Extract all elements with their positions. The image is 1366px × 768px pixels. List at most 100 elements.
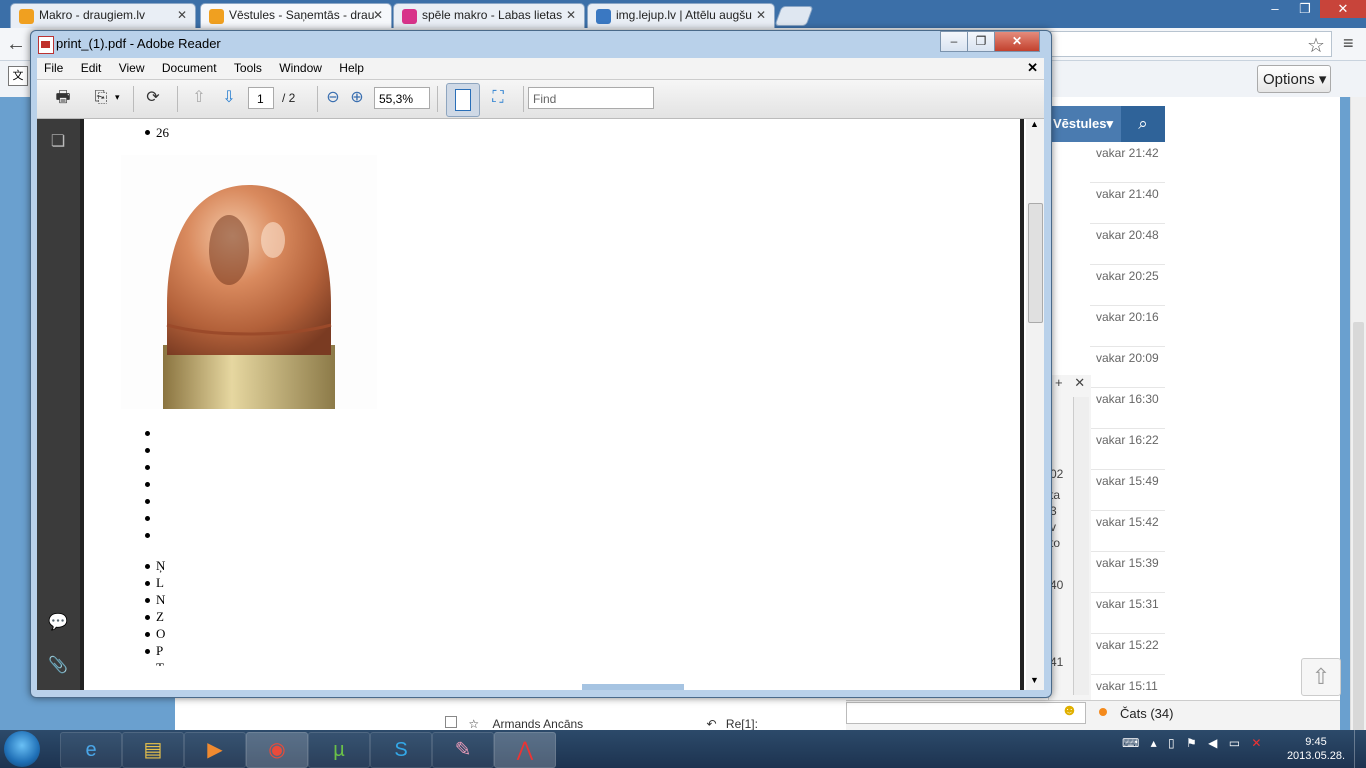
- flag-icon[interactable]: ⚑: [1186, 736, 1197, 750]
- zoom-input[interactable]: 55,3%: [374, 87, 430, 109]
- chat-fragment: 40: [1050, 578, 1064, 592]
- close-tab-icon[interactable]: ✕: [566, 8, 576, 22]
- close-tab-icon[interactable]: ✕: [373, 8, 383, 22]
- system-clock[interactable]: 9:45 2013.05.28.: [1284, 735, 1348, 763]
- back-arrow-icon[interactable]: ←: [6, 33, 26, 56]
- bullet-marker: [145, 465, 150, 470]
- toolbar-separator: [317, 86, 318, 112]
- close-document-icon[interactable]: ✕: [1027, 60, 1038, 76]
- skype-icon[interactable]: S: [370, 732, 432, 768]
- adobe-reader-icon[interactable]: ⋀: [494, 732, 556, 768]
- monitor-icon[interactable]: ▭: [1229, 736, 1240, 750]
- browser-vertical-scrollbar[interactable]: [1350, 97, 1366, 742]
- chat-scrollbar[interactable]: [1073, 397, 1089, 695]
- keyboard-icon[interactable]: ⌨: [1122, 736, 1139, 750]
- options-dropdown[interactable]: Options ▾: [1257, 65, 1331, 93]
- close-window-icon[interactable]: ✕: [994, 31, 1040, 52]
- menu-help[interactable]: Help: [332, 58, 371, 75]
- scroll-to-top-button[interactable]: ⇧: [1301, 658, 1341, 696]
- folder-icon[interactable]: ▤: [122, 732, 184, 768]
- message-time: vakar 15:42: [1090, 511, 1165, 552]
- page-number-input[interactable]: 1: [248, 87, 274, 109]
- attachment-icon[interactable]: 📎: [47, 655, 69, 677]
- utorrent-icon[interactable]: µ: [308, 732, 370, 768]
- previous-page-icon[interactable]: ⇧: [187, 86, 211, 110]
- scroll-up-icon[interactable]: ▲: [1030, 119, 1039, 129]
- browser-tab-vestules[interactable]: Vēstules - Saņemtās - drau ✕: [200, 3, 392, 28]
- print-icon[interactable]: 🖶: [51, 86, 75, 110]
- checkbox[interactable]: [445, 716, 457, 728]
- fit-width-button[interactable]: [446, 83, 480, 117]
- browser-tab-spele-makro[interactable]: spēle makro - Labas lietas ✕: [393, 3, 585, 28]
- scrollbar-thumb[interactable]: [1353, 322, 1364, 742]
- menu-tools[interactable]: Tools: [227, 58, 269, 75]
- bullet-marker: [145, 615, 150, 620]
- collaborate-icon[interactable]: ⟳: [141, 86, 165, 110]
- close-tab-icon[interactable]: ✕: [177, 8, 187, 22]
- scroll-down-icon[interactable]: ▼: [1030, 675, 1039, 685]
- paint-icon[interactable]: ✎: [432, 732, 494, 768]
- fit-width-icon: [455, 89, 471, 111]
- internet-explorer-icon[interactable]: e: [60, 732, 122, 768]
- scrollbar-thumb[interactable]: [1028, 203, 1043, 323]
- fit-page-icon[interactable]: ⛶: [486, 86, 510, 110]
- bullet-marker: [145, 130, 150, 135]
- close-icon[interactable]: ✕: [1074, 375, 1085, 390]
- maximize-icon[interactable]: ❐: [1290, 0, 1320, 18]
- media-player-icon[interactable]: ▶: [184, 732, 246, 768]
- menu-document[interactable]: Document: [155, 58, 224, 75]
- zoom-in-icon[interactable]: ⊕: [345, 86, 369, 110]
- zoom-out-icon[interactable]: ⊖: [321, 86, 345, 110]
- volume-icon[interactable]: ◀: [1208, 736, 1217, 750]
- windows-taskbar: e ▤ ▶ ◉ µ S ✎ ⋀ ⌨ ▴ ▯ ⚑ ◀ ▭ ✕ 9:45 2013.…: [0, 730, 1366, 768]
- browser-tab-img-lejup[interactable]: img.lejup.lv | Attēlu augšu ✕: [587, 3, 775, 28]
- pages-panel-icon[interactable]: ❏: [47, 131, 69, 153]
- message-row[interactable]: ☆ Armands Ancāns ↶ Re[1]:: [445, 716, 758, 731]
- chevron-down-icon[interactable]: ▾: [115, 92, 120, 118]
- browser-menu-icon[interactable]: ≡: [1343, 33, 1354, 54]
- messages-menu-label: Vēstules: [1053, 116, 1107, 131]
- next-page-icon[interactable]: ⇩: [217, 86, 241, 110]
- chat-label[interactable]: Čats (34): [1120, 706, 1173, 721]
- chrome-icon[interactable]: ◉: [246, 732, 308, 768]
- reader-vertical-scrollbar[interactable]: ▲ ▼: [1026, 119, 1044, 690]
- network-icon[interactable]: ▯: [1168, 736, 1175, 750]
- maximize-icon[interactable]: ❐: [967, 31, 995, 52]
- message-time: vakar 20:48: [1090, 224, 1165, 265]
- windows-start-button[interactable]: [4, 731, 40, 767]
- list-item: Z: [156, 609, 164, 624]
- smiley-icon[interactable]: ☻: [1061, 702, 1078, 720]
- show-hidden-icons-icon[interactable]: ▴: [1151, 736, 1157, 750]
- minimize-icon[interactable]: –: [1260, 0, 1290, 18]
- find-input[interactable]: Find: [528, 87, 654, 109]
- chat-input[interactable]: [846, 702, 1086, 724]
- menu-view[interactable]: View: [112, 58, 152, 75]
- new-tab-button[interactable]: [774, 6, 814, 26]
- minimize-icon[interactable]: –: [940, 31, 968, 52]
- add-icon[interactable]: +: [1055, 375, 1063, 390]
- show-desktop-button[interactable]: [1354, 730, 1366, 768]
- bullet-photo: [121, 155, 377, 409]
- menu-edit[interactable]: Edit: [74, 58, 109, 75]
- address-bar[interactable]: [1050, 31, 1332, 57]
- message-time: vakar 15:49: [1090, 470, 1165, 511]
- list-item: T: [156, 660, 164, 666]
- menu-window[interactable]: Window: [272, 58, 329, 75]
- horizontal-scroll-thumb[interactable]: [582, 684, 684, 690]
- message-subject: Re[1]:: [725, 717, 758, 731]
- bookmark-star-icon[interactable]: ☆: [1307, 33, 1325, 58]
- search-icon[interactable]: ⌕: [1121, 106, 1165, 142]
- translate-icon[interactable]: 文: [8, 66, 28, 86]
- message-time: vakar 15:22: [1090, 634, 1165, 675]
- bullet-marker: [145, 649, 150, 654]
- comments-icon[interactable]: 💬: [47, 612, 69, 634]
- list-item: N: [156, 592, 166, 607]
- battery-icon[interactable]: ✕: [1251, 736, 1261, 750]
- star-icon[interactable]: ☆: [468, 717, 479, 731]
- message-time: vakar 16:30: [1090, 388, 1165, 429]
- share-icon[interactable]: ⎘: [89, 86, 113, 110]
- close-tab-icon[interactable]: ✕: [756, 8, 766, 22]
- browser-tab-makro[interactable]: Makro - draugiem.lv ✕: [10, 3, 196, 28]
- close-window-icon[interactable]: ✕: [1320, 0, 1366, 18]
- menu-file[interactable]: File: [37, 58, 70, 75]
